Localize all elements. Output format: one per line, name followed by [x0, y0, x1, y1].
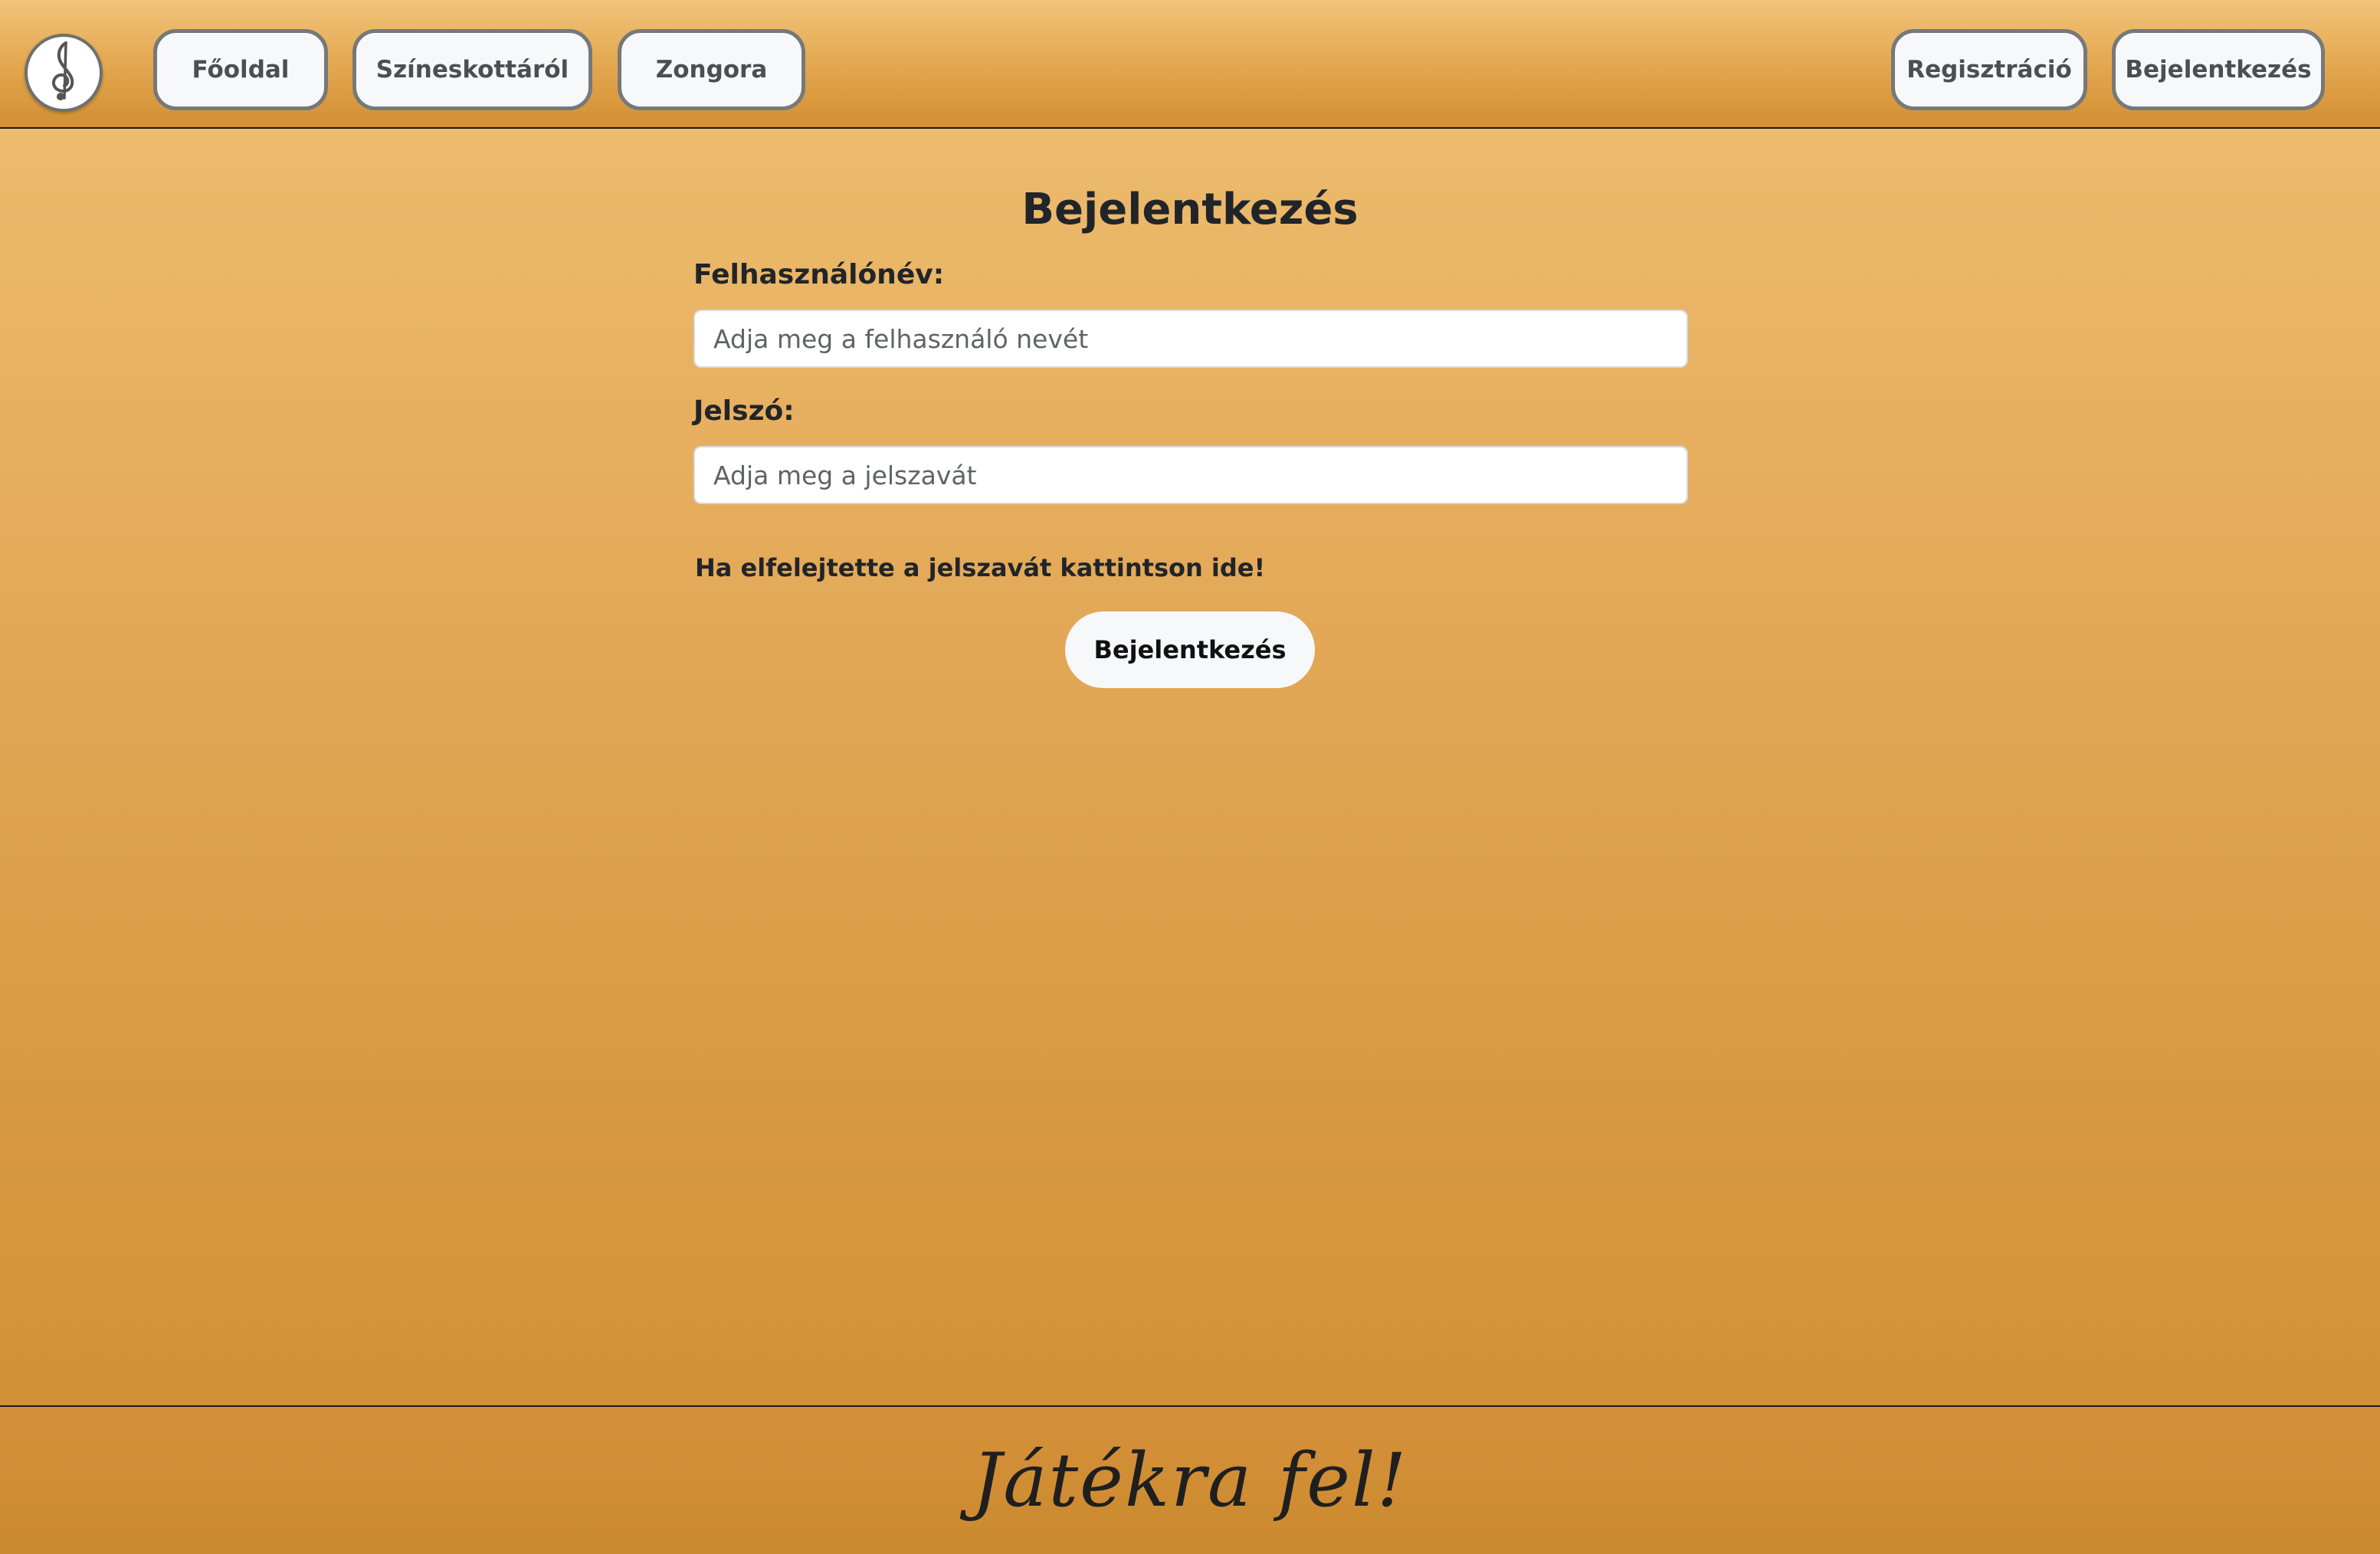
- username-input[interactable]: [693, 310, 1688, 368]
- forgot-password-link[interactable]: Ha elfelejtette a jelszavát kattintson i…: [695, 553, 1265, 582]
- nav-home-button[interactable]: Főoldal: [153, 29, 328, 110]
- nav-piano-button[interactable]: Zongora: [618, 29, 805, 110]
- nav-about-button[interactable]: Színeskottáról: [352, 29, 592, 110]
- page-title: Bejelentkezés: [1021, 185, 1359, 234]
- home-logo[interactable]: [25, 34, 103, 112]
- register-button[interactable]: Regisztráció: [1891, 29, 2087, 110]
- username-label: Felhasználónév:: [693, 259, 945, 290]
- top-navbar: Főoldal Színeskottáról Zongora Regisztrá…: [0, 0, 2380, 129]
- footer-tagline: Játékra fel!: [972, 1438, 1408, 1523]
- treble-clef-icon: [37, 40, 90, 106]
- login-nav-button[interactable]: Bejelentkezés: [2112, 29, 2325, 110]
- password-label: Jelszó:: [693, 395, 795, 427]
- footer: Játékra fel!: [0, 1405, 2380, 1554]
- password-input[interactable]: [693, 446, 1688, 504]
- login-submit-button[interactable]: Bejelentkezés: [1065, 611, 1315, 688]
